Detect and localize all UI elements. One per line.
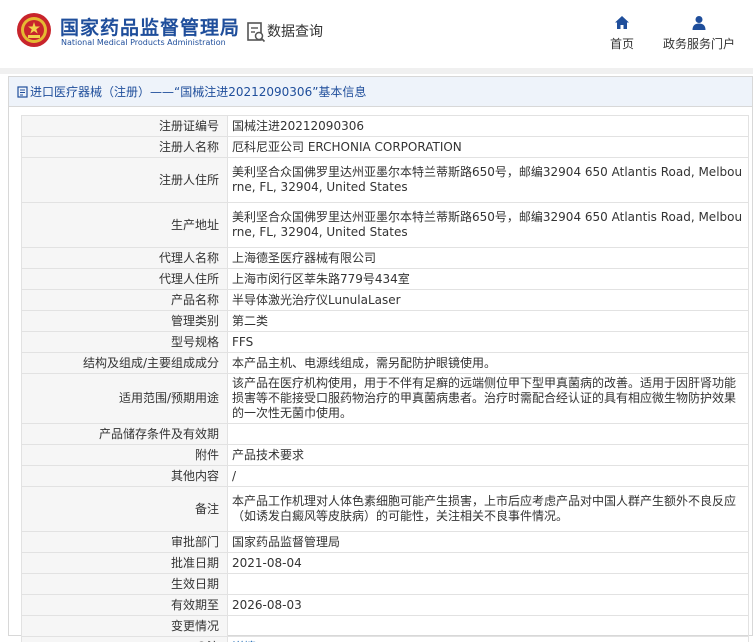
table-row: 备注 本产品工作机理对人体色素细胞可能产生损害，上市后应考虑产品对中国人群产生额外… xyxy=(21,486,749,532)
info-table: 注册证编号 国械注进20212090306 注册人名称 厄科尼亚公司 ERCHONIA… xyxy=(21,115,749,642)
row-label: 产品储存条件及有效期 xyxy=(21,423,228,445)
note-label-cell: 注 xyxy=(21,636,228,642)
user-icon xyxy=(692,16,706,30)
row-value: 2026-08-03 xyxy=(227,594,749,616)
row-value: 本产品主机、电源线组成，需另配防护眼镜使用。 xyxy=(227,352,749,374)
table-row: 代理人名称 上海德圣医疗器械有限公司 xyxy=(21,247,749,269)
document-icon xyxy=(17,86,28,98)
table-row: 管理类别 第二类 xyxy=(21,310,749,332)
row-label: 代理人名称 xyxy=(21,247,228,269)
row-value: 厄科尼亚公司 ERCHONIA CORPORATION xyxy=(227,136,749,158)
data-query-icon xyxy=(247,22,266,43)
row-label: 变更情况 xyxy=(21,615,228,637)
table-row: 生效日期 xyxy=(21,573,749,595)
table-row: 适用范围/预期用途 该产品在医疗机构使用，用于不伴有足癣的远端侧位甲下型甲真菌病的… xyxy=(21,373,749,424)
nav-portal-link[interactable]: 政务服务门户 xyxy=(660,14,738,54)
row-value: 第二类 xyxy=(227,310,749,332)
row-label: 管理类别 xyxy=(21,310,228,332)
row-label: 其他内容 xyxy=(21,465,228,487)
table-row: 结构及组成/主要组成成分 本产品主机、电源线组成，需另配防护眼镜使用。 xyxy=(21,352,749,374)
table-row: 变更情况 xyxy=(21,615,749,637)
table-row: 审批部门 国家药品监督管理局 xyxy=(21,531,749,553)
home-icon xyxy=(615,16,629,29)
row-value: FFS xyxy=(227,331,749,353)
table-row: 注册人住所 美利坚合众国佛罗里达州亚墨尔本特兰蒂斯路650号，邮编32904 65… xyxy=(21,157,749,203)
row-value: 2021-08-04 xyxy=(227,552,749,574)
table-row: 其他内容 / xyxy=(21,465,749,487)
panel-title-text: 进口医疗器械（注册）——“国械注进20212090306”基本信息 xyxy=(30,85,367,99)
row-label: 结构及组成/主要组成成分 xyxy=(21,352,228,374)
table-row: 注册证编号 国械注进20212090306 xyxy=(21,115,749,137)
row-label: 生效日期 xyxy=(21,573,228,595)
panel-title: 进口医疗器械（注册）——“国械注进20212090306”基本信息 xyxy=(9,77,752,107)
header-divider xyxy=(0,68,753,74)
nav-portal-label: 政务服务门户 xyxy=(662,37,735,51)
row-label: 批准日期 xyxy=(21,552,228,574)
note-value-cell: 详情 xyxy=(227,636,749,642)
table-row: 批准日期 2021-08-04 xyxy=(21,552,749,574)
row-value: 半导体激光治疗仪LunulaLaser xyxy=(227,289,749,311)
row-label: 审批部门 xyxy=(21,531,228,553)
row-label: 有效期至 xyxy=(21,594,228,616)
site-name-en: National Medical Products Administration xyxy=(61,38,226,47)
row-value: 国家药品监督管理局 xyxy=(227,531,749,553)
row-value xyxy=(227,573,749,595)
row-label: 注册人住所 xyxy=(21,157,228,203)
table-row: 型号规格 FFS xyxy=(21,331,749,353)
site-header: 国家药品监督管理局 National Medical Products Admi… xyxy=(0,0,753,68)
row-value: / xyxy=(227,465,749,487)
row-label: 附件 xyxy=(21,444,228,466)
row-label: 型号规格 xyxy=(21,331,228,353)
row-label: 代理人住所 xyxy=(21,268,228,290)
table-row: 生产地址 美利坚合众国佛罗里达州亚墨尔本特兰蒂斯路650号，邮编32904 650… xyxy=(21,202,749,248)
row-label: 注册证编号 xyxy=(21,115,228,137)
nav-home-link[interactable]: 首页 xyxy=(604,14,640,54)
table-row: 附件 产品技术要求 xyxy=(21,444,749,466)
row-label: 产品名称 xyxy=(21,289,228,311)
row-value: 产品技术要求 xyxy=(227,444,749,466)
table-row: 注册人名称 厄科尼亚公司 ERCHONIA CORPORATION xyxy=(21,136,749,158)
table-row: 产品名称 半导体激光治疗仪LunulaLaser xyxy=(21,289,749,311)
nav-home-label: 首页 xyxy=(609,37,634,51)
row-value: 该产品在医疗机构使用，用于不伴有足癣的远端侧位甲下型甲真菌病的改善。适用于因肝肾… xyxy=(227,373,749,424)
info-panel: 进口医疗器械（注册）——“国械注进20212090306”基本信息 注册证编号国… xyxy=(8,76,753,642)
row-label: 注册人名称 xyxy=(21,136,228,158)
row-value: 上海德圣医疗器械有限公司 xyxy=(227,247,749,269)
data-query-label: 数据查询 xyxy=(267,24,323,40)
row-value: 国械注进20212090306 xyxy=(227,115,749,137)
row-value: 美利坚合众国佛罗里达州亚墨尔本特兰蒂斯路650号，邮编32904 650 Atl… xyxy=(227,202,749,248)
row-value: 上海市闵行区莘朱路779号434室 xyxy=(227,268,749,290)
row-label: 生产地址 xyxy=(21,202,228,248)
row-label: 备注 xyxy=(21,486,228,532)
row-value: 美利坚合众国佛罗里达州亚墨尔本特兰蒂斯路650号，邮编32904 650 Atl… xyxy=(227,157,749,203)
row-value xyxy=(227,615,749,637)
note-row: 注详情 xyxy=(21,636,749,642)
table-row: 代理人住所 上海市闵行区莘朱路779号434室 xyxy=(21,268,749,290)
table-row: 产品储存条件及有效期 xyxy=(21,423,749,445)
row-label: 适用范围/预期用途 xyxy=(21,373,228,424)
national-emblem-icon xyxy=(17,13,51,47)
table-row: 有效期至 2026-08-03 xyxy=(21,594,749,616)
row-value xyxy=(227,423,749,445)
row-value: 本产品工作机理对人体色素细胞可能产生损害，上市后应考虑产品对中国人群产生额外不良… xyxy=(227,486,749,532)
site-name[interactable]: 国家药品监督管理局 xyxy=(60,13,240,40)
